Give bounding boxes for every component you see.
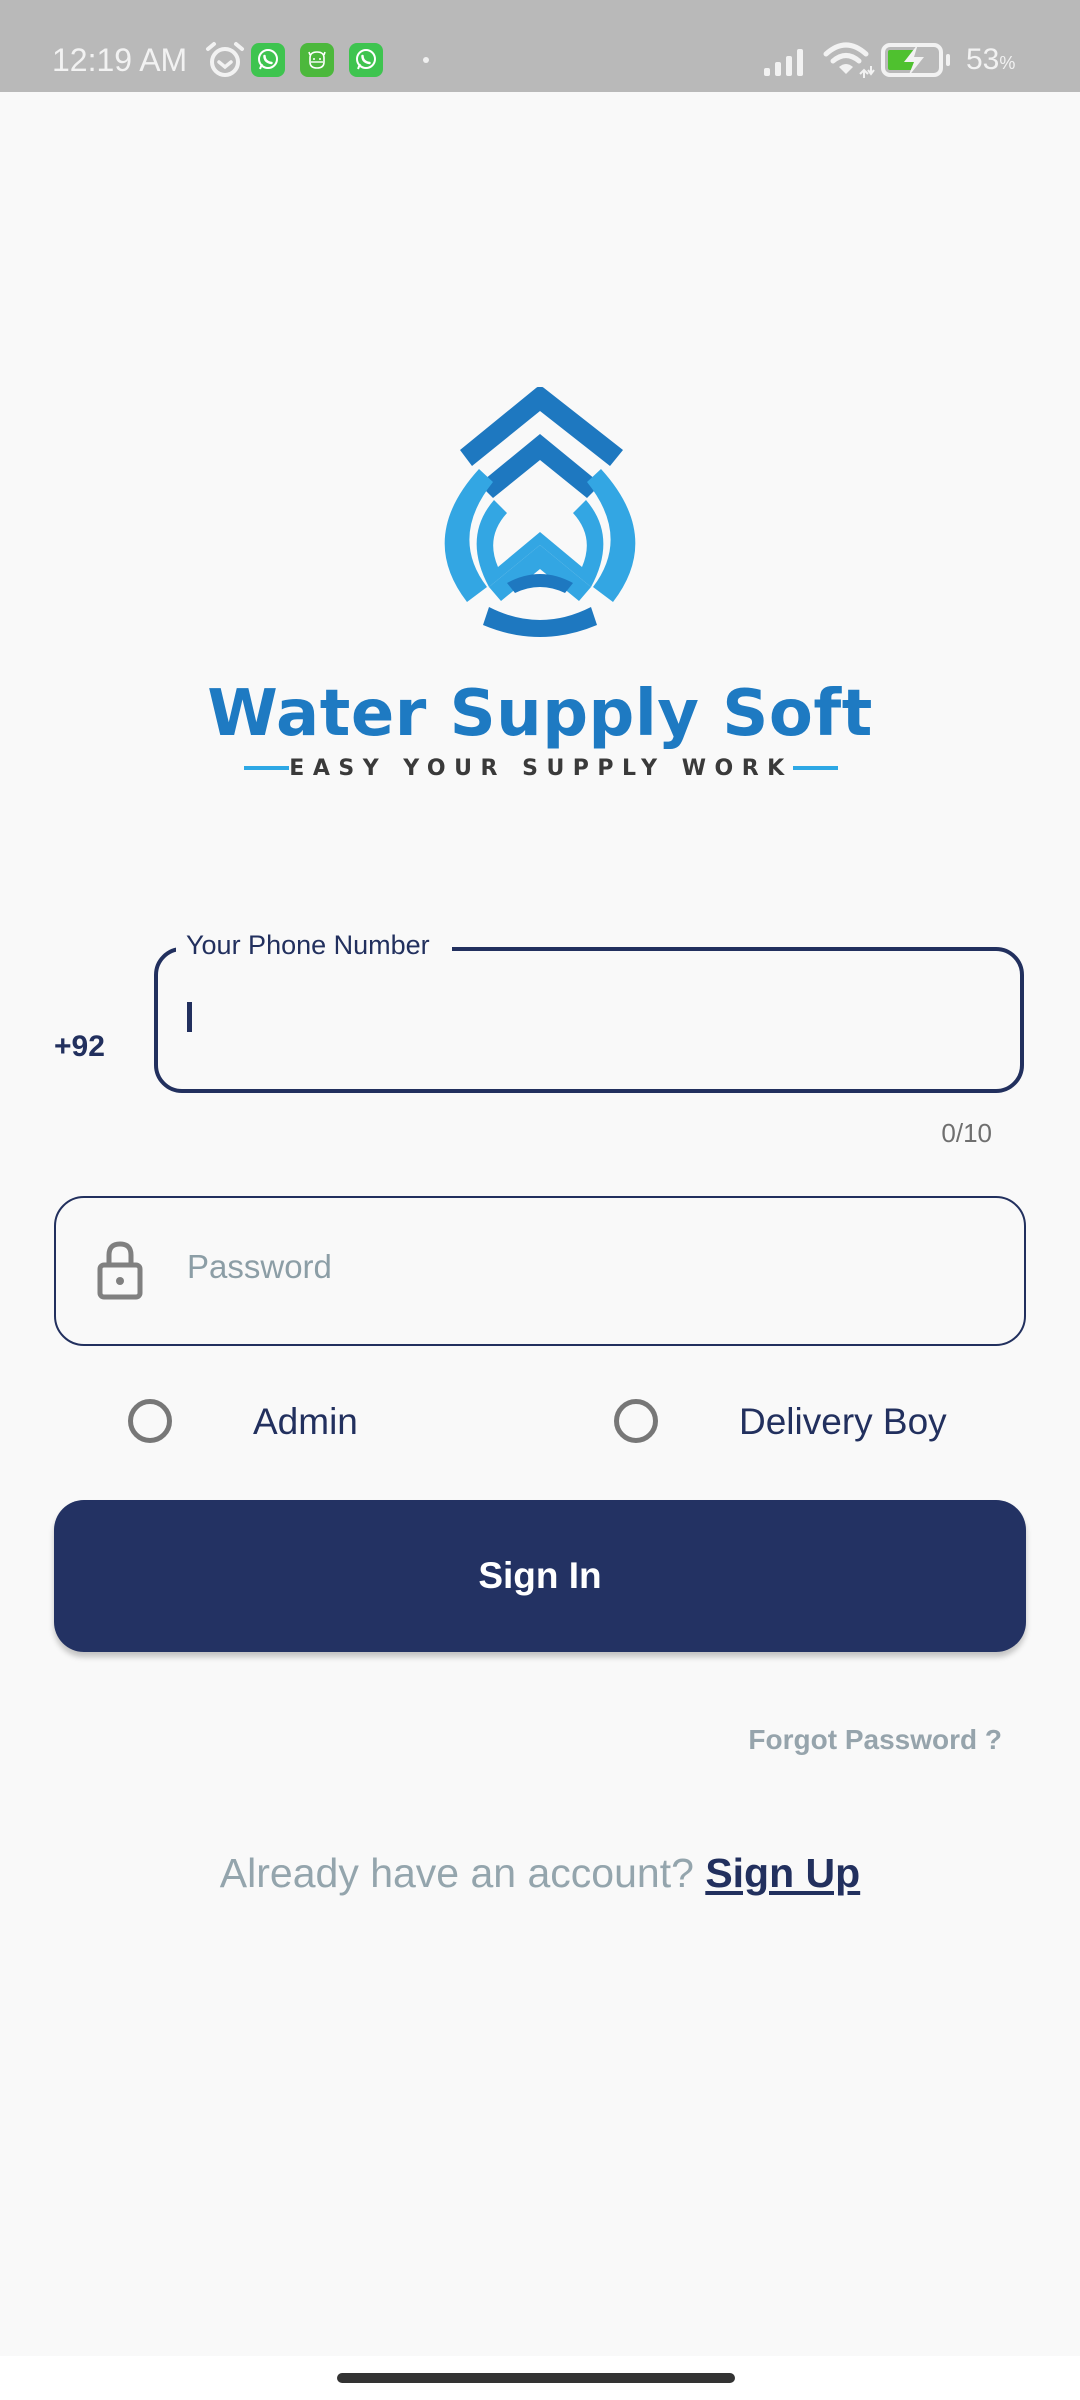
delivery-boy-radio[interactable]	[614, 1399, 658, 1443]
tagline-divider-right	[792, 766, 838, 770]
whatsapp-icon	[251, 43, 285, 77]
signup-prompt: Already have an account? Sign Up	[0, 1846, 1080, 1900]
status-time: 12:19 AM	[52, 42, 188, 78]
more-notifications-dot	[423, 57, 429, 63]
account-prompt-text: Already have an account?	[219, 1850, 694, 1896]
battery-charging-icon	[881, 43, 950, 77]
phone-number-input[interactable]	[154, 947, 1024, 1093]
phone-char-counter: 0/10	[941, 1118, 992, 1148]
sign-in-button[interactable]: Sign In	[54, 1500, 1026, 1652]
brand-title: Water Supply Soft	[207, 677, 873, 751]
country-code-prefix: +92	[54, 1030, 105, 1063]
tagline-divider-left	[244, 766, 290, 770]
admin-radio-label[interactable]: Admin	[253, 1399, 358, 1445]
signal-icon	[764, 49, 803, 76]
battery-percent-value: 53	[966, 43, 1000, 76]
phone-number-label: Your Phone Number	[176, 928, 452, 962]
app-notification-icon	[300, 43, 334, 77]
water-drop-logo-icon	[444, 387, 636, 637]
delivery-boy-radio-label[interactable]: Delivery Boy	[739, 1399, 947, 1445]
status-bar: 12:19 AM 53%	[0, 0, 1080, 92]
admin-radio[interactable]	[128, 1399, 172, 1443]
sign-up-link[interactable]: Sign Up	[705, 1850, 860, 1896]
lock-icon	[97, 1241, 143, 1300]
battery-percent: 53%	[966, 42, 1015, 81]
home-indicator[interactable]	[337, 2373, 735, 2383]
battery-percent-sign: %	[999, 53, 1016, 73]
password-placeholder: Password	[187, 1248, 332, 1285]
text-cursor	[187, 1002, 192, 1032]
alarm-icon	[206, 42, 244, 77]
brand-tagline: EASY YOUR SUPPLY WORK	[289, 755, 793, 781]
tagline-row: EASY YOUR SUPPLY WORK	[244, 754, 838, 782]
whatsapp-icon	[349, 43, 383, 77]
forgot-password-link[interactable]: Forgot Password ?	[748, 1724, 1002, 1756]
wifi-icon	[823, 42, 875, 78]
